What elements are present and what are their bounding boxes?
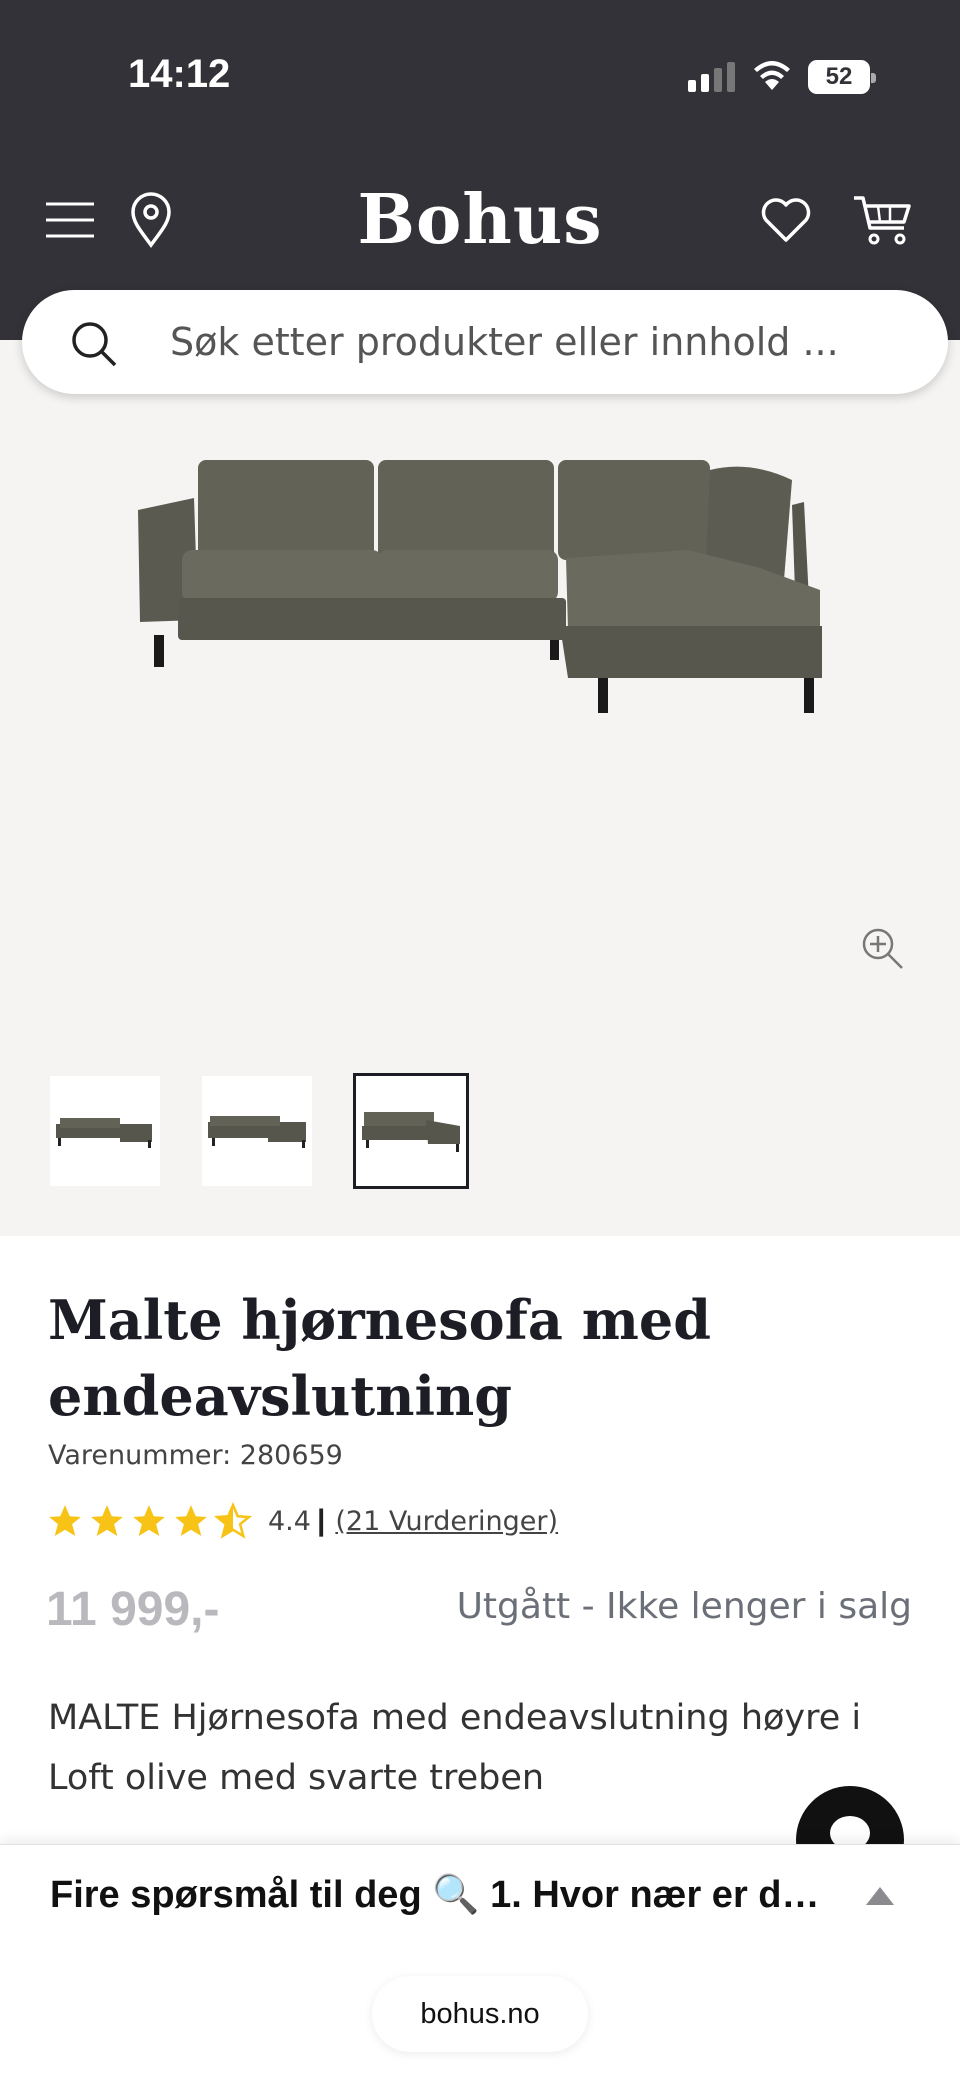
site-header: 14:12 52 Bohus [0,0,960,340]
rating-separator: | [316,1504,326,1537]
product-description: MALTE Hjørnesofa med endeavslutning høyr… [48,1698,862,1798]
star-full-icon [91,1505,123,1537]
search-input[interactable] [170,310,910,374]
star-full-icon [49,1505,81,1537]
star-half-icon [214,1502,252,1539]
product-title: Malte hjørnesofa med endeavslutning [48,1288,711,1428]
heart-icon[interactable] [760,196,812,244]
product-image[interactable] [120,440,840,730]
battery-icon: 52 [808,60,876,94]
product-gallery [0,340,960,1236]
status-time: 14:12 [128,52,231,96]
thumbnail-3[interactable] [353,1073,469,1189]
search-icon [72,322,117,367]
availability-status: Utgått - Ikke lenger i salg [456,1586,912,1627]
wifi-icon [754,61,790,90]
search-bar[interactable] [22,290,948,394]
product-sku: Varenummer: 280659 [48,1440,343,1471]
signal-icon [688,62,735,92]
cart-icon[interactable] [852,194,912,246]
star-full-icon [175,1505,207,1537]
thumbnail-1[interactable] [50,1076,160,1186]
zoom-icon[interactable] [858,924,906,972]
rating-value: 4.4 [268,1505,311,1537]
thumbnail-2[interactable] [202,1076,312,1186]
survey-text: Fire spørsmål til deg 🔍 1. Hvor nær er d… [50,1874,840,1916]
product-rating: 4.4 | (21 Vurderinger) [46,1502,558,1540]
url-bar[interactable]: bohus.no [372,1976,588,2052]
bohus-logo[interactable]: Bohus [0,180,960,260]
browser-bar: bohus.no [0,1952,960,2087]
product-price: 11 999,- [46,1583,220,1636]
star-full-icon [133,1505,165,1537]
rating-stars [46,1502,252,1540]
survey-banner[interactable]: Fire spørsmål til deg 🔍 1. Hvor nær er d… [0,1844,960,1952]
reviews-link[interactable]: (21 Vurderinger) [335,1506,558,1537]
chevron-up-icon[interactable] [864,1885,896,1907]
